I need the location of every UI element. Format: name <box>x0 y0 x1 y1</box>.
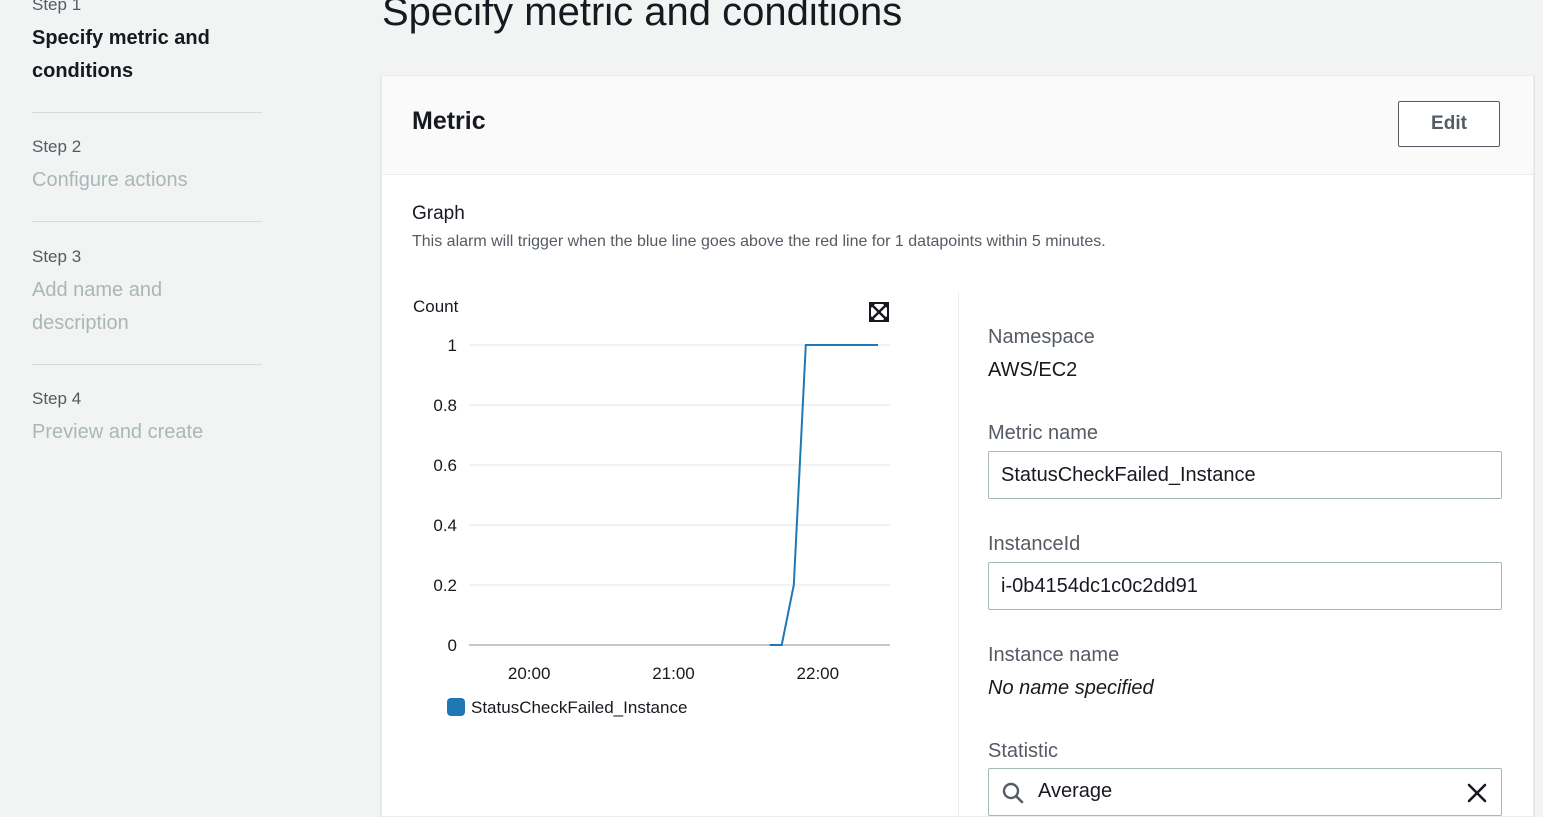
chart-series <box>769 344 878 646</box>
namespace-value: AWS/EC2 <box>988 359 1078 381</box>
metric-card: Metric Edit Graph This alarm will trigge… <box>381 75 1534 817</box>
series-line <box>769 344 878 646</box>
statistic-label: Statistic <box>988 740 1059 762</box>
x-axis-ticks: 20:00 21:00 22:00 <box>508 664 839 683</box>
instance-id-label: InstanceId <box>988 533 1081 555</box>
instance-name-label: Instance name <box>988 644 1120 666</box>
y-tick-label: 0 <box>448 636 457 655</box>
metric-chart: Count 1 0.8 0.6 0.4 0.2 0 20:00 21:00 22:00 Sta… <box>413 297 890 717</box>
metric-name-label: Metric name <box>988 422 1099 444</box>
step-3-title-line-2[interactable]: description <box>32 307 129 340</box>
step-4-title[interactable]: Preview and create <box>32 416 203 449</box>
y-tick-label: 1 <box>448 336 457 355</box>
step-1-title-line-1: Specify metric and <box>32 27 210 49</box>
expand-icon[interactable] <box>869 302 889 322</box>
step-divider <box>32 221 262 222</box>
chart-legend[interactable]: StatusCheckFailed_Instance <box>447 698 687 717</box>
instance-name-value: No name specified <box>988 677 1154 699</box>
y-tick-label: 0.6 <box>433 456 457 475</box>
step-3-title-line-1[interactable]: Add name and <box>32 274 162 307</box>
page-title: Specify metric and conditions <box>382 0 903 34</box>
legend-label[interactable]: StatusCheckFailed_Instance <box>471 698 687 717</box>
panel-divider <box>958 292 959 816</box>
step-1-title-line-2: conditions <box>32 60 134 82</box>
y-tick-label: 0.8 <box>433 396 457 415</box>
step-divider <box>32 364 262 365</box>
instance-id-field[interactable] <box>988 562 1502 610</box>
legend-swatch[interactable] <box>447 698 465 716</box>
step-4-label: Step 4 <box>32 389 82 408</box>
search-icon <box>1002 782 1024 804</box>
y-tick-label: 0.2 <box>433 576 457 595</box>
x-tick-label: 21:00 <box>652 664 695 683</box>
step-3-label: Step 3 <box>32 247 82 266</box>
y-axis-label: Count <box>413 297 459 316</box>
chart-grid <box>469 344 890 646</box>
y-tick-label: 0.4 <box>433 516 457 535</box>
metric-name-field[interactable] <box>988 451 1502 499</box>
x-tick-label: 22:00 <box>797 664 840 683</box>
y-axis-ticks: 1 0.8 0.6 0.4 0.2 0 <box>433 336 457 655</box>
step-2-label: Step 2 <box>32 137 82 156</box>
namespace-label: Namespace <box>988 326 1095 348</box>
x-tick-label: 20:00 <box>508 664 551 683</box>
statistic-select[interactable]: Average <box>988 768 1502 816</box>
edit-button[interactable]: Edit <box>1398 101 1500 147</box>
step-divider <box>32 112 262 113</box>
step-2-title[interactable]: Configure actions <box>32 164 188 197</box>
close-icon[interactable] <box>1467 783 1487 803</box>
step-1-label: Step 1 <box>32 0 82 14</box>
